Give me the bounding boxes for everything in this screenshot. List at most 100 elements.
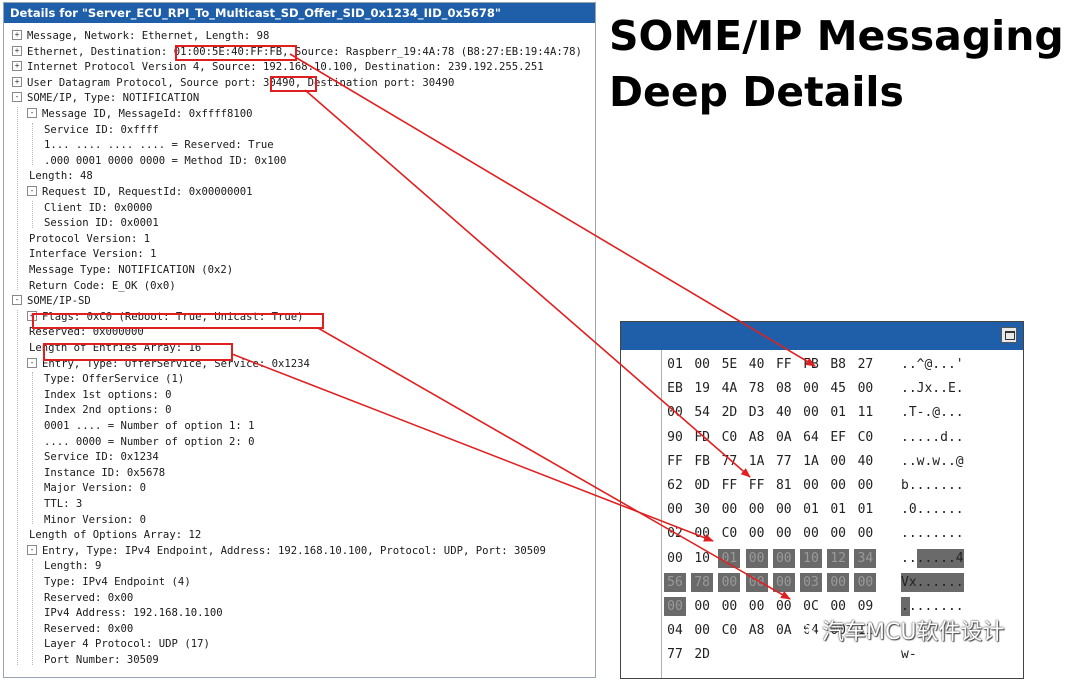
hex-byte[interactable]: 00	[773, 524, 795, 543]
tree-row[interactable]: - SOME/IP-SD	[12, 294, 91, 310]
hex-byte[interactable]: 00	[854, 476, 876, 495]
hex-byte[interactable]: FB	[691, 452, 713, 471]
hex-byte[interactable]: 2D	[718, 403, 740, 422]
hex-byte[interactable]: 62	[664, 476, 686, 495]
hex-byte[interactable]: EF	[827, 428, 849, 447]
hex-byte[interactable]: 00	[745, 548, 768, 568]
hex-byte[interactable]: 00	[691, 524, 713, 543]
tree-row[interactable]: - SOME/IP, Type: NOTIFICATION	[12, 91, 199, 107]
hex-byte[interactable]: 02	[664, 524, 686, 543]
hex-byte[interactable]: 11	[854, 403, 876, 422]
tree-row[interactable]: 0001 .... = Number of option 1: 1	[42, 419, 254, 435]
tree-row[interactable]: Interface Version: 1	[27, 247, 157, 263]
hex-byte[interactable]: 00	[827, 572, 850, 592]
hex-byte[interactable]: A8	[746, 621, 768, 640]
hex-byte[interactable]: 00	[718, 597, 740, 616]
expand-icon[interactable]: +	[12, 30, 22, 40]
hex-byte[interactable]: 00	[664, 549, 686, 568]
hex-byte[interactable]: 00	[746, 524, 768, 543]
hex-byte[interactable]: 10	[800, 548, 822, 568]
hex-byte[interactable]: FF	[773, 355, 795, 374]
hex-byte[interactable]: FB	[800, 355, 822, 374]
tree-row[interactable]: Protocol Version: 1	[27, 232, 150, 248]
tree-row[interactable]: Length of Options Array: 12	[27, 528, 201, 544]
hex-byte[interactable]: 09	[854, 597, 876, 616]
hex-byte[interactable]: D3	[746, 403, 768, 422]
hex-byte[interactable]: 34	[854, 548, 877, 568]
hex-byte[interactable]: 78	[746, 379, 768, 398]
hex-byte[interactable]: 19	[691, 379, 713, 398]
hex-byte[interactable]: 4A	[718, 379, 740, 398]
hex-byte[interactable]: 00	[827, 597, 849, 616]
hex-byte[interactable]: FF	[746, 476, 768, 495]
tree-row[interactable]: .000 0001 0000 0000 = Method ID: 0x100	[42, 154, 286, 170]
hex-byte[interactable]: 1A	[746, 452, 768, 471]
collapse-icon[interactable]: -	[27, 186, 37, 196]
hex-byte[interactable]: 08	[773, 379, 795, 398]
tree-row[interactable]: - Message ID, MessageId: 0xffff8100	[27, 107, 252, 123]
hex-byte[interactable]: 00	[827, 452, 849, 471]
hex-byte[interactable]: 77	[664, 645, 686, 664]
tree-row[interactable]: Length: 48	[27, 169, 93, 185]
hex-byte[interactable]: 5E	[718, 355, 740, 374]
hex-byte[interactable]: 90	[664, 428, 686, 447]
hex-byte[interactable]: 0C	[800, 597, 822, 616]
tree-row[interactable]: Service ID: 0x1234	[42, 450, 159, 466]
tree-row[interactable]: Length: 9	[42, 559, 101, 575]
hex-byte[interactable]: 77	[773, 452, 795, 471]
hex-byte[interactable]: 00	[664, 403, 686, 422]
hex-byte[interactable]: 40	[773, 403, 795, 422]
hex-byte[interactable]: EB	[664, 379, 686, 398]
tree-row[interactable]: TTL: 3	[42, 497, 82, 513]
hex-byte[interactable]: 01	[827, 500, 849, 519]
hex-byte[interactable]: FF	[664, 452, 686, 471]
hex-byte[interactable]: A8	[746, 428, 768, 447]
hex-byte[interactable]: FD	[691, 428, 713, 447]
collapse-icon[interactable]: -	[27, 108, 37, 118]
hex-byte[interactable]: 00	[664, 597, 686, 616]
hex-byte[interactable]: 45	[827, 379, 849, 398]
tree-row[interactable]: - Request ID, RequestId: 0x00000001	[27, 185, 252, 201]
tree-row[interactable]: Index 2nd options: 0	[42, 403, 172, 419]
hex-byte[interactable]: C0	[718, 524, 740, 543]
hex-byte[interactable]: 00	[772, 548, 795, 568]
tree-row[interactable]: Port Number: 30509	[42, 653, 159, 669]
hex-byte[interactable]: 00	[800, 379, 822, 398]
hex-byte[interactable]: 78	[691, 572, 714, 592]
hex-byte[interactable]: 01	[664, 355, 686, 374]
tree-row[interactable]: IPv4 Address: 192.168.10.100	[42, 606, 223, 622]
hex-byte[interactable]: 00	[772, 572, 795, 592]
hex-byte[interactable]: 27	[854, 355, 876, 374]
tree-row[interactable]: 1... .... .... .... = Reserved: True	[42, 138, 274, 154]
hex-byte[interactable]: 54	[691, 403, 713, 422]
tree-row[interactable]: Layer 4 Protocol: UDP (17)	[42, 637, 210, 653]
tree-row[interactable]: Service ID: 0xffff	[42, 123, 159, 139]
collapse-icon[interactable]: -	[12, 295, 22, 306]
tree-row[interactable]: - Entry, Type: IPv4 Endpoint, Address: 19…	[27, 544, 546, 560]
collapse-icon[interactable]: -	[27, 544, 37, 555]
hex-byte[interactable]: 00	[691, 621, 713, 640]
hex-byte[interactable]: 00	[827, 524, 849, 543]
tree-row[interactable]: + Message, Network: Ethernet, Length: 98	[12, 29, 269, 45]
hex-byte[interactable]: 00	[854, 379, 876, 398]
hex-byte[interactable]: C0	[718, 428, 740, 447]
tree-row[interactable]: Client ID: 0x0000	[42, 201, 152, 217]
hex-byte[interactable]: 00	[800, 476, 822, 495]
hex-byte[interactable]: 04	[664, 621, 686, 640]
hex-byte[interactable]: FF	[718, 476, 740, 495]
tree-row[interactable]: Index 1st options: 0	[42, 388, 172, 404]
expand-icon[interactable]: +	[12, 61, 22, 72]
hex-byte[interactable]: B8	[827, 355, 849, 374]
hex-byte[interactable]: 2D	[691, 645, 713, 664]
tree-row[interactable]: Message Type: NOTIFICATION (0x2)	[27, 263, 233, 279]
hex-byte[interactable]: 0A	[773, 428, 795, 447]
tree-row[interactable]: Return Code: E_OK (0x0)	[27, 279, 176, 295]
hex-byte[interactable]: 03	[800, 572, 822, 592]
hex-byte[interactable]: 00	[800, 403, 822, 422]
hex-byte[interactable]: 81	[773, 476, 795, 495]
hex-byte[interactable]: 40	[746, 355, 768, 374]
expand-icon[interactable]: +	[12, 76, 22, 87]
tree-row[interactable]: Type: OfferService (1)	[42, 372, 184, 388]
hex-byte[interactable]: 30	[691, 500, 713, 519]
tree-row[interactable]: + Internet Protocol Version 4, Source: 19…	[12, 60, 544, 76]
